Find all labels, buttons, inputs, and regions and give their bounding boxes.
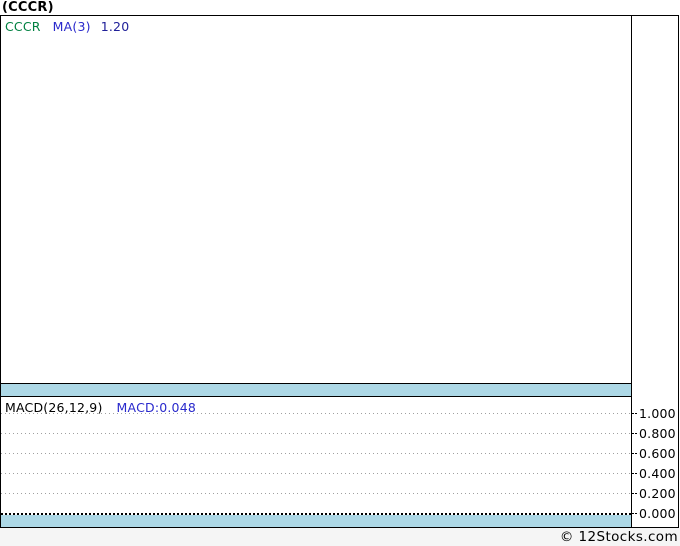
tick-label: 0.800 [639,425,676,441]
tick-label: 0.200 [639,485,676,501]
y-axis-row: 0.800 [632,425,676,441]
price-pane-bottom-band [1,383,631,396]
macd-legend: MACD(26,12,9) MACD:0.048 [5,400,196,415]
y-axis-row: 0.600 [632,445,676,461]
macd-zero-gridline [1,513,631,515]
site-credit-link[interactable]: © 12Stocks.com [560,529,680,545]
y-axis-column: 1.000 0.800 0.600 0.400 0.200 0.000 [632,16,678,527]
legend-ticker-label: CCCR [5,19,41,34]
tick-mark [632,492,638,494]
tick-mark [632,472,638,474]
y-axis-row: 0.200 [632,485,676,501]
legend-ma-label: MA(3) [52,19,91,34]
y-axis-row: 0.000 [632,505,676,521]
tick-label: 0.000 [639,505,676,521]
y-axis-row: 0.400 [632,465,676,481]
tick-label: 1.000 [639,405,676,421]
macd-gridline [1,493,631,494]
page-title: (CCCR) [2,0,54,15]
macd-gridline [1,433,631,434]
macd-pane-bottom-band [1,515,631,527]
tick-label: 0.400 [639,465,676,481]
chart-frame: CCCR MA(3) 1.20 MACD(26,12,9) MACD:0.048 1.… [0,15,679,528]
tick-mark [632,412,638,414]
price-legend: CCCR MA(3) 1.20 [5,19,129,34]
tick-mark [632,512,638,514]
axis-divider-line [631,16,632,527]
tick-label: 0.600 [639,445,676,461]
macd-indicator-label: MACD(26,12,9) [5,400,103,415]
macd-indicator-value: MACD:0.048 [116,400,197,415]
y-axis-row: 1.000 [632,405,676,421]
macd-gridline [1,453,631,454]
legend-ma-value: 1.20 [100,19,130,34]
footer: © 12Stocks.com [0,528,680,546]
tick-mark [632,452,638,454]
macd-pane: MACD(26,12,9) MACD:0.048 [1,397,631,527]
tick-mark [632,432,638,434]
price-chart-pane: CCCR MA(3) 1.20 [1,16,631,397]
macd-gridline [1,473,631,474]
